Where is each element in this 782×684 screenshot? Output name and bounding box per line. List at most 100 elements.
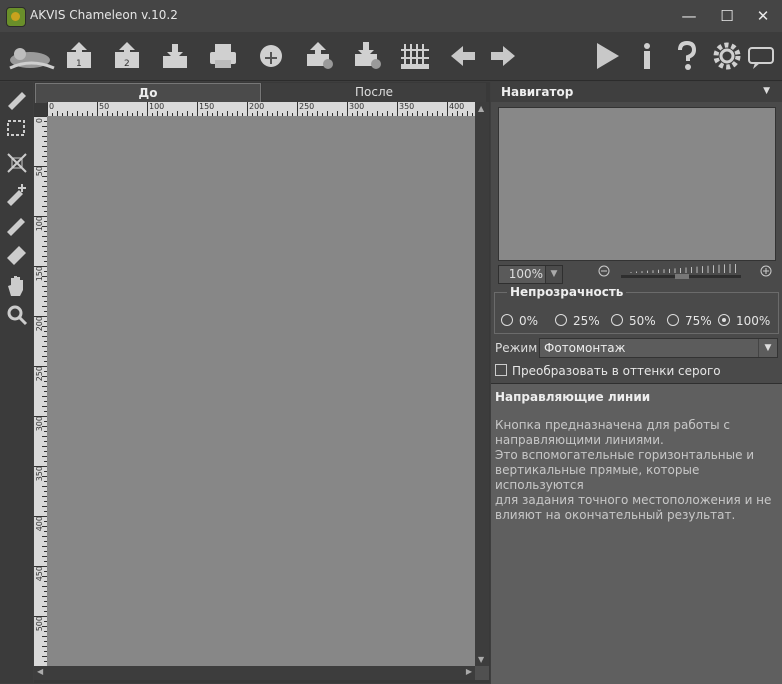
minimize-button[interactable]: —	[674, 4, 704, 28]
ruler-label: 100	[149, 102, 165, 111]
ruler-label: 300	[349, 102, 365, 111]
app-logo-icon	[6, 7, 26, 27]
ruler-label: 0	[35, 118, 44, 124]
ruler-label: 300	[35, 416, 44, 432]
ruler-label: 250	[35, 366, 44, 382]
maximize-button[interactable]: ☐	[712, 4, 742, 28]
share-button[interactable]	[253, 38, 289, 74]
ruler-label: 400	[449, 102, 465, 111]
left-tool-panel	[0, 82, 33, 683]
ruler-label: 0	[49, 102, 55, 111]
radio-icon[interactable]	[501, 314, 513, 326]
image-canvas[interactable]	[47, 116, 475, 666]
settings-gear-icon[interactable]	[709, 38, 745, 74]
opacity-option-100[interactable]: 100%	[718, 314, 770, 328]
opacity-option-50[interactable]: 50%	[611, 314, 656, 328]
scroll-right-icon[interactable]: ▶	[466, 667, 472, 676]
zoom-select[interactable]: 100% ▼	[498, 265, 563, 284]
hand-tool-icon[interactable]	[4, 272, 30, 298]
ruler-label: 400	[35, 516, 44, 532]
right-panel: Навигатор ▼ 100% ▼ Непрозрачность 0% 25%…	[491, 82, 782, 684]
title-bar: AKVIS Chameleon v.10.2 — ☐ ✕	[0, 0, 782, 32]
scroll-down-icon[interactable]: ▼	[478, 655, 484, 664]
grayscale-checkbox[interactable]: Преобразовать в оттенки серого	[495, 364, 721, 378]
ruler-label: 200	[249, 102, 265, 111]
zoom-in-icon[interactable]	[760, 265, 772, 280]
app-window: AKVIS Chameleon v.10.2 — ☐ ✕ 1 2 До Посл…	[0, 0, 782, 684]
radio-icon[interactable]	[667, 314, 679, 326]
scroll-corner	[475, 666, 489, 680]
help-text: Кнопка предназначена для работы с направ…	[495, 418, 772, 522]
radio-selected-icon[interactable]	[718, 314, 730, 326]
ruler-label: 50	[99, 102, 110, 111]
window-title: AKVIS Chameleon v.10.2	[30, 8, 178, 22]
main-toolbar: 1 2	[0, 32, 782, 81]
navigator-header[interactable]: Навигатор ▼	[491, 82, 782, 102]
zoom-slider[interactable]	[619, 262, 743, 280]
radio-icon[interactable]	[555, 314, 567, 326]
import-settings-button[interactable]	[349, 38, 385, 74]
chat-icon[interactable]	[743, 38, 775, 74]
navigator-preview[interactable]	[498, 107, 776, 261]
opacity-group: Непрозрачность 0% 25% 50% 75% 100%	[494, 285, 779, 334]
grayscale-label: Преобразовать в оттенки серого	[512, 364, 721, 378]
open-image-2-button[interactable]: 2	[109, 38, 145, 74]
save-button[interactable]	[157, 38, 193, 74]
ruler-label: 100	[35, 216, 44, 232]
pencil-icon[interactable]	[4, 210, 30, 236]
horizontal-scrollbar[interactable]: ◀ ▶	[34, 666, 475, 680]
back-arrow-icon[interactable]	[445, 38, 481, 74]
scroll-left-icon[interactable]: ◀	[37, 667, 43, 676]
radio-icon[interactable]	[611, 314, 623, 326]
zoom-value: 100%	[508, 267, 543, 281]
canvas-area: До После 0 50 100 150 200 250 300 350 40…	[34, 82, 490, 683]
vertical-ruler: 0 50 100 150 200 250 300 350 400 450 500	[34, 116, 47, 666]
mode-label: Режим	[495, 341, 538, 355]
ruler-label: 350	[35, 466, 44, 482]
mode-value: Фотомонтаж	[544, 341, 626, 355]
open-image-1-button[interactable]: 1	[61, 38, 97, 74]
vertical-scrollbar[interactable]: ▲ ▼	[475, 102, 489, 666]
opacity-title: Непрозрачность	[507, 285, 627, 299]
opacity-option-0[interactable]: 0%	[501, 314, 538, 328]
zoom-dropdown-icon[interactable]: ▼	[545, 266, 562, 283]
checkbox-icon[interactable]	[495, 364, 507, 376]
ruler-label: 350	[399, 102, 415, 111]
print-button[interactable]	[205, 38, 241, 74]
help-title: Направляющие линии	[495, 390, 651, 404]
opacity-option-25[interactable]: 25%	[555, 314, 600, 328]
help-panel: Направляющие линии Кнопка предназначена …	[491, 383, 782, 684]
svg-text:1: 1	[76, 59, 82, 69]
brush-tool-icon[interactable]	[4, 86, 30, 112]
guides-grid-icon[interactable]	[397, 38, 433, 74]
opacity-option-75[interactable]: 75%	[667, 314, 712, 328]
chevron-down-icon[interactable]: ▼	[758, 339, 777, 357]
ruler-label: 200	[35, 316, 44, 332]
export-settings-button[interactable]	[301, 38, 337, 74]
selection-rect-icon[interactable]	[4, 116, 30, 142]
run-play-icon[interactable]	[589, 38, 625, 74]
ruler-label: 50	[35, 166, 44, 177]
svg-text:2: 2	[124, 59, 130, 69]
ruler-label: 150	[199, 102, 215, 111]
transform-tool-icon[interactable]	[4, 150, 30, 176]
ruler-label: 500	[35, 616, 44, 632]
help-icon[interactable]	[669, 38, 705, 74]
tab-after[interactable]: После	[262, 83, 486, 102]
info-icon[interactable]	[629, 38, 665, 74]
collapse-arrow-icon[interactable]: ▼	[763, 86, 770, 96]
pencil-add-icon[interactable]	[4, 180, 30, 206]
chameleon-logo-icon	[4, 38, 58, 74]
zoom-tool-icon[interactable]	[4, 302, 30, 328]
ruler-label: 250	[299, 102, 315, 111]
ruler-label: 150	[35, 266, 44, 282]
mode-select[interactable]: Фотомонтаж ▼	[539, 338, 778, 358]
ruler-label: 450	[35, 566, 44, 582]
tab-before[interactable]: До	[35, 83, 261, 103]
scroll-up-icon[interactable]: ▲	[478, 104, 484, 113]
forward-arrow-icon[interactable]	[485, 38, 521, 74]
navigator-title: Навигатор	[501, 85, 574, 99]
close-button[interactable]: ✕	[748, 4, 778, 28]
eraser-icon[interactable]	[4, 240, 30, 266]
zoom-out-icon[interactable]	[598, 265, 610, 280]
